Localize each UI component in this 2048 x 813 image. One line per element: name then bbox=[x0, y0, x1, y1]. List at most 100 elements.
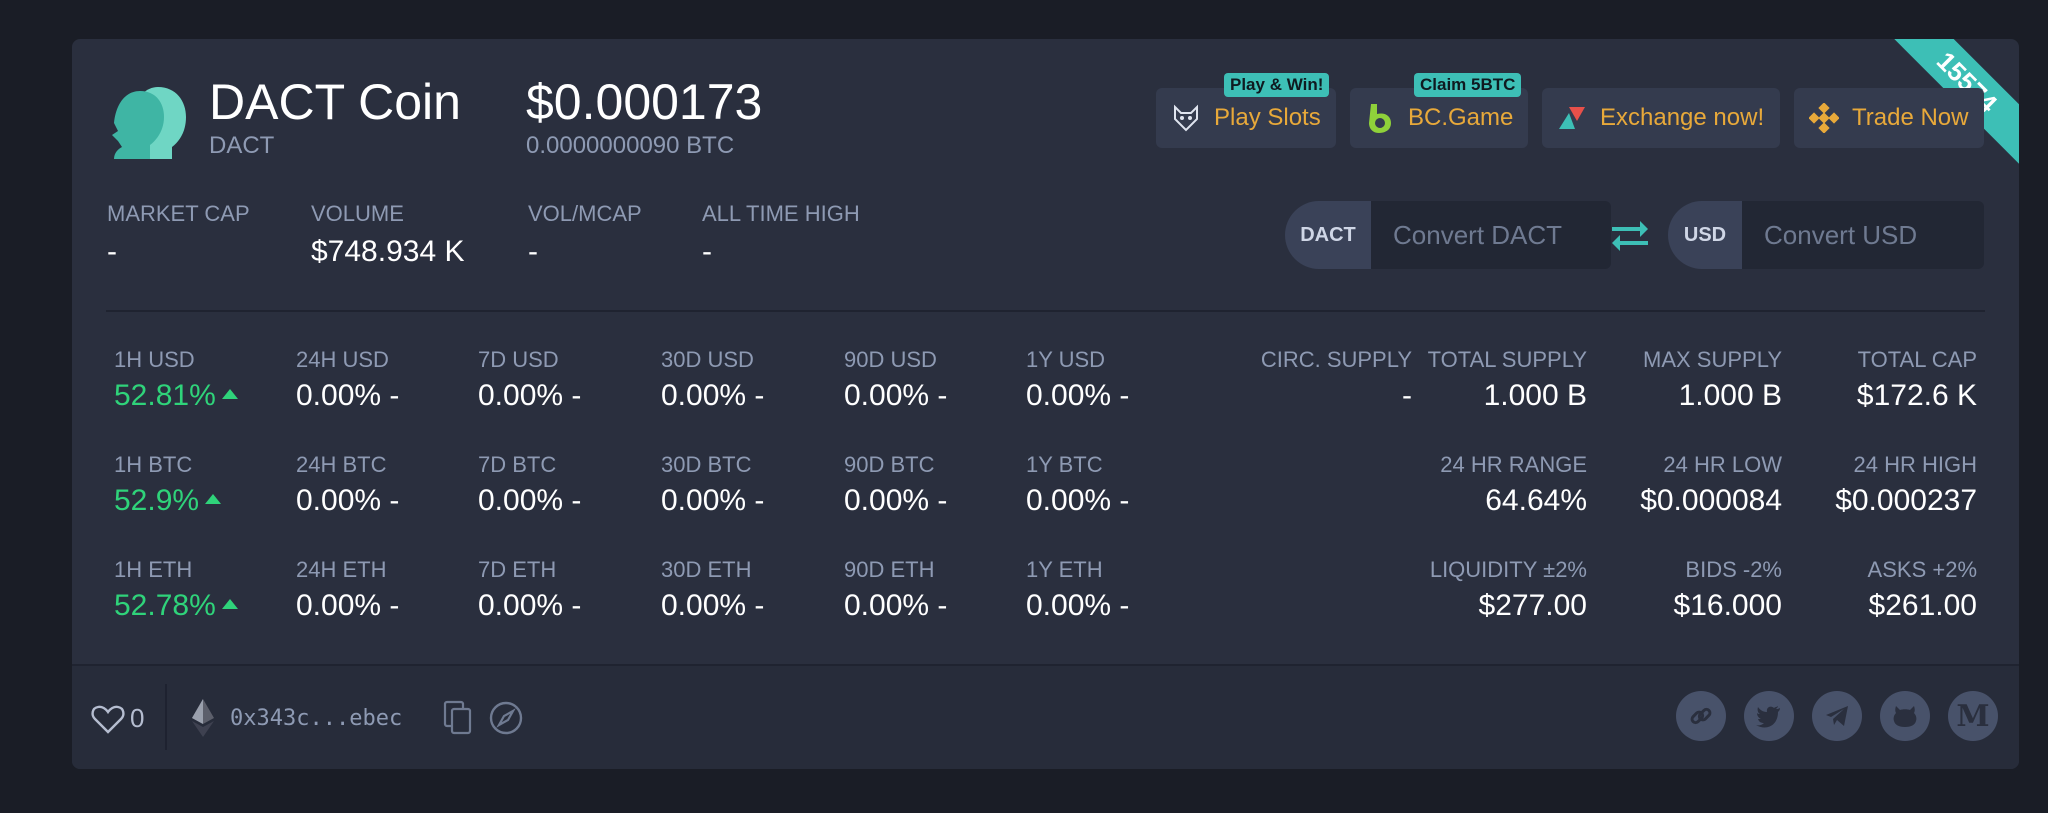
perf-value: 0.00% - bbox=[1026, 379, 1130, 412]
liquidity-value: $277.00 bbox=[1478, 589, 1587, 622]
perf-label: 7D USD bbox=[478, 347, 559, 372]
perf-label: 1Y BTC bbox=[1026, 452, 1103, 477]
bids-label: BIDS -2% bbox=[1685, 557, 1782, 582]
perf-30d-usd: 30D USD 0.00% - bbox=[661, 347, 764, 413]
perf-24h-btc: 24H BTC 0.00% - bbox=[296, 452, 399, 518]
convert-to: USD bbox=[1668, 201, 1984, 269]
max-supply-label: MAX SUPPLY bbox=[1643, 347, 1782, 372]
low-value: $0.000084 bbox=[1640, 484, 1782, 517]
total-cap: TOTAL CAP $172.6 K bbox=[1857, 347, 1977, 413]
max-supply: MAX SUPPLY 1.000 B bbox=[1643, 347, 1782, 413]
exchange-now-button[interactable]: Exchange now! bbox=[1542, 88, 1780, 148]
coin-symbol: DACT bbox=[209, 132, 275, 159]
market-cap: MARKET CAP - bbox=[107, 201, 250, 269]
vol-mcap-value: - bbox=[528, 235, 538, 268]
perf-1y-usd: 1Y USD 0.00% - bbox=[1026, 347, 1129, 413]
perf-label: 1Y USD bbox=[1026, 347, 1106, 372]
convert-dact-input[interactable] bbox=[1371, 201, 1611, 269]
perf-30d-eth: 30D ETH 0.00% - bbox=[661, 557, 764, 623]
copy-icon[interactable] bbox=[442, 700, 474, 736]
circ-supply: CIRC. SUPPLY - bbox=[1261, 347, 1412, 413]
perf-value: 0.00% - bbox=[1026, 484, 1130, 517]
card-footer: 0 0x343c...ebec M bbox=[72, 664, 2019, 769]
swap-icon[interactable] bbox=[1610, 215, 1650, 255]
perf-label: 1Y ETH bbox=[1026, 557, 1103, 582]
link-icon[interactable] bbox=[1676, 691, 1726, 741]
ethereum-icon bbox=[192, 699, 214, 737]
ath-value: - bbox=[702, 235, 712, 268]
perf-24h-eth: 24H ETH 0.00% - bbox=[296, 557, 399, 623]
heart-icon[interactable] bbox=[90, 701, 126, 737]
claim-badge: Claim 5BTC bbox=[1414, 73, 1522, 97]
perf-90d-btc: 90D BTC 0.00% - bbox=[844, 452, 947, 518]
convert-usd-input[interactable] bbox=[1742, 201, 1984, 269]
max-supply-value: 1.000 B bbox=[1678, 379, 1782, 412]
vol-mcap-label: VOL/MCAP bbox=[528, 201, 642, 226]
perf-1h-btc: 1H BTC 52.9% bbox=[114, 452, 222, 518]
github-icon[interactable] bbox=[1880, 691, 1930, 741]
perf-value: 0.00% - bbox=[661, 589, 765, 622]
perf-label: 90D USD bbox=[844, 347, 937, 372]
coin-logo bbox=[112, 87, 186, 159]
to-currency-code: USD bbox=[1668, 201, 1742, 269]
binance-icon bbox=[1808, 102, 1840, 134]
perf-1h-eth: 1H ETH 52.78% bbox=[114, 557, 238, 623]
perf-label: 30D USD bbox=[661, 347, 754, 372]
perf-label: 30D BTC bbox=[661, 452, 752, 477]
high-value: $0.000237 bbox=[1835, 484, 1977, 517]
total-supply-value: 1.000 B bbox=[1483, 379, 1587, 412]
medium-icon[interactable]: M bbox=[1948, 691, 1998, 741]
perf-label: 30D ETH bbox=[661, 557, 752, 582]
perf-7d-eth: 7D ETH 0.00% - bbox=[478, 557, 581, 623]
perf-90d-usd: 90D USD 0.00% - bbox=[844, 347, 947, 413]
range-value: 64.64% bbox=[1485, 484, 1587, 517]
high-24h: 24 HR HIGH $0.000237 bbox=[1835, 452, 1977, 518]
perf-label: 1H USD bbox=[114, 347, 195, 372]
coin-name: DACT Coin bbox=[209, 74, 461, 130]
perf-value: 0.00% - bbox=[844, 379, 948, 412]
perf-label: 24H BTC bbox=[296, 452, 387, 477]
asks-label: ASKS +2% bbox=[1867, 557, 1977, 582]
perf-value: 0.00% - bbox=[844, 589, 948, 622]
play-slots-button[interactable]: Play & Win! Play Slots bbox=[1156, 73, 1336, 148]
perf-1h-usd: 1H USD 52.81% bbox=[114, 347, 238, 413]
trade-now-button[interactable]: Trade Now bbox=[1794, 88, 1984, 148]
perf-value: 0.00% - bbox=[478, 379, 582, 412]
twitter-icon[interactable] bbox=[1744, 691, 1794, 741]
perf-7d-usd: 7D USD 0.00% - bbox=[478, 347, 581, 413]
low-label: 24 HR LOW bbox=[1663, 452, 1782, 477]
compass-icon[interactable] bbox=[488, 700, 524, 736]
vol-mcap: VOL/MCAP - bbox=[528, 201, 642, 269]
like-count: 0 bbox=[130, 703, 145, 733]
range-24h: 24 HR RANGE 64.64% bbox=[1440, 452, 1587, 518]
perf-value: 52.78% bbox=[114, 589, 216, 622]
perf-value: 0.00% - bbox=[661, 484, 765, 517]
volume: VOLUME $748.934 K bbox=[311, 201, 464, 269]
telegram-icon[interactable] bbox=[1812, 691, 1862, 741]
low-24h: 24 HR LOW $0.000084 bbox=[1640, 452, 1782, 518]
price-btc: 0.0000000090 BTC bbox=[526, 132, 735, 159]
price-usd: $0.000173 bbox=[526, 74, 763, 130]
perf-label: 7D ETH bbox=[478, 557, 557, 582]
asks: ASKS +2% $261.00 bbox=[1868, 557, 1977, 623]
bcgame-button[interactable]: Claim 5BTC BC.Game bbox=[1350, 73, 1528, 148]
total-supply-label: TOTAL SUPPLY bbox=[1427, 347, 1587, 372]
perf-value: 52.9% bbox=[114, 484, 200, 517]
perf-label: 7D BTC bbox=[478, 452, 557, 477]
perf-label: 1H ETH bbox=[114, 557, 193, 582]
total-cap-value: $172.6 K bbox=[1856, 379, 1977, 412]
perf-24h-usd: 24H USD 0.00% - bbox=[296, 347, 399, 413]
up-arrow-icon bbox=[221, 599, 238, 609]
trade-now-label: Trade Now bbox=[1852, 104, 1969, 131]
all-time-high: ALL TIME HIGH - bbox=[702, 201, 860, 269]
range-label: 24 HR RANGE bbox=[1440, 452, 1587, 477]
contract-address: 0x343c...ebec bbox=[230, 706, 403, 731]
perf-1y-btc: 1Y BTC 0.00% - bbox=[1026, 452, 1129, 518]
liquidity-label: LIQUIDITY ±2% bbox=[1429, 557, 1587, 582]
total-supply: TOTAL SUPPLY 1.000 B bbox=[1428, 347, 1587, 413]
perf-value: 0.00% - bbox=[296, 379, 400, 412]
play-slots-label: Play Slots bbox=[1214, 104, 1321, 131]
perf-value: 52.81% bbox=[114, 379, 216, 412]
perf-90d-eth: 90D ETH 0.00% - bbox=[844, 557, 947, 623]
circ-supply-label: CIRC. SUPPLY bbox=[1260, 347, 1412, 372]
